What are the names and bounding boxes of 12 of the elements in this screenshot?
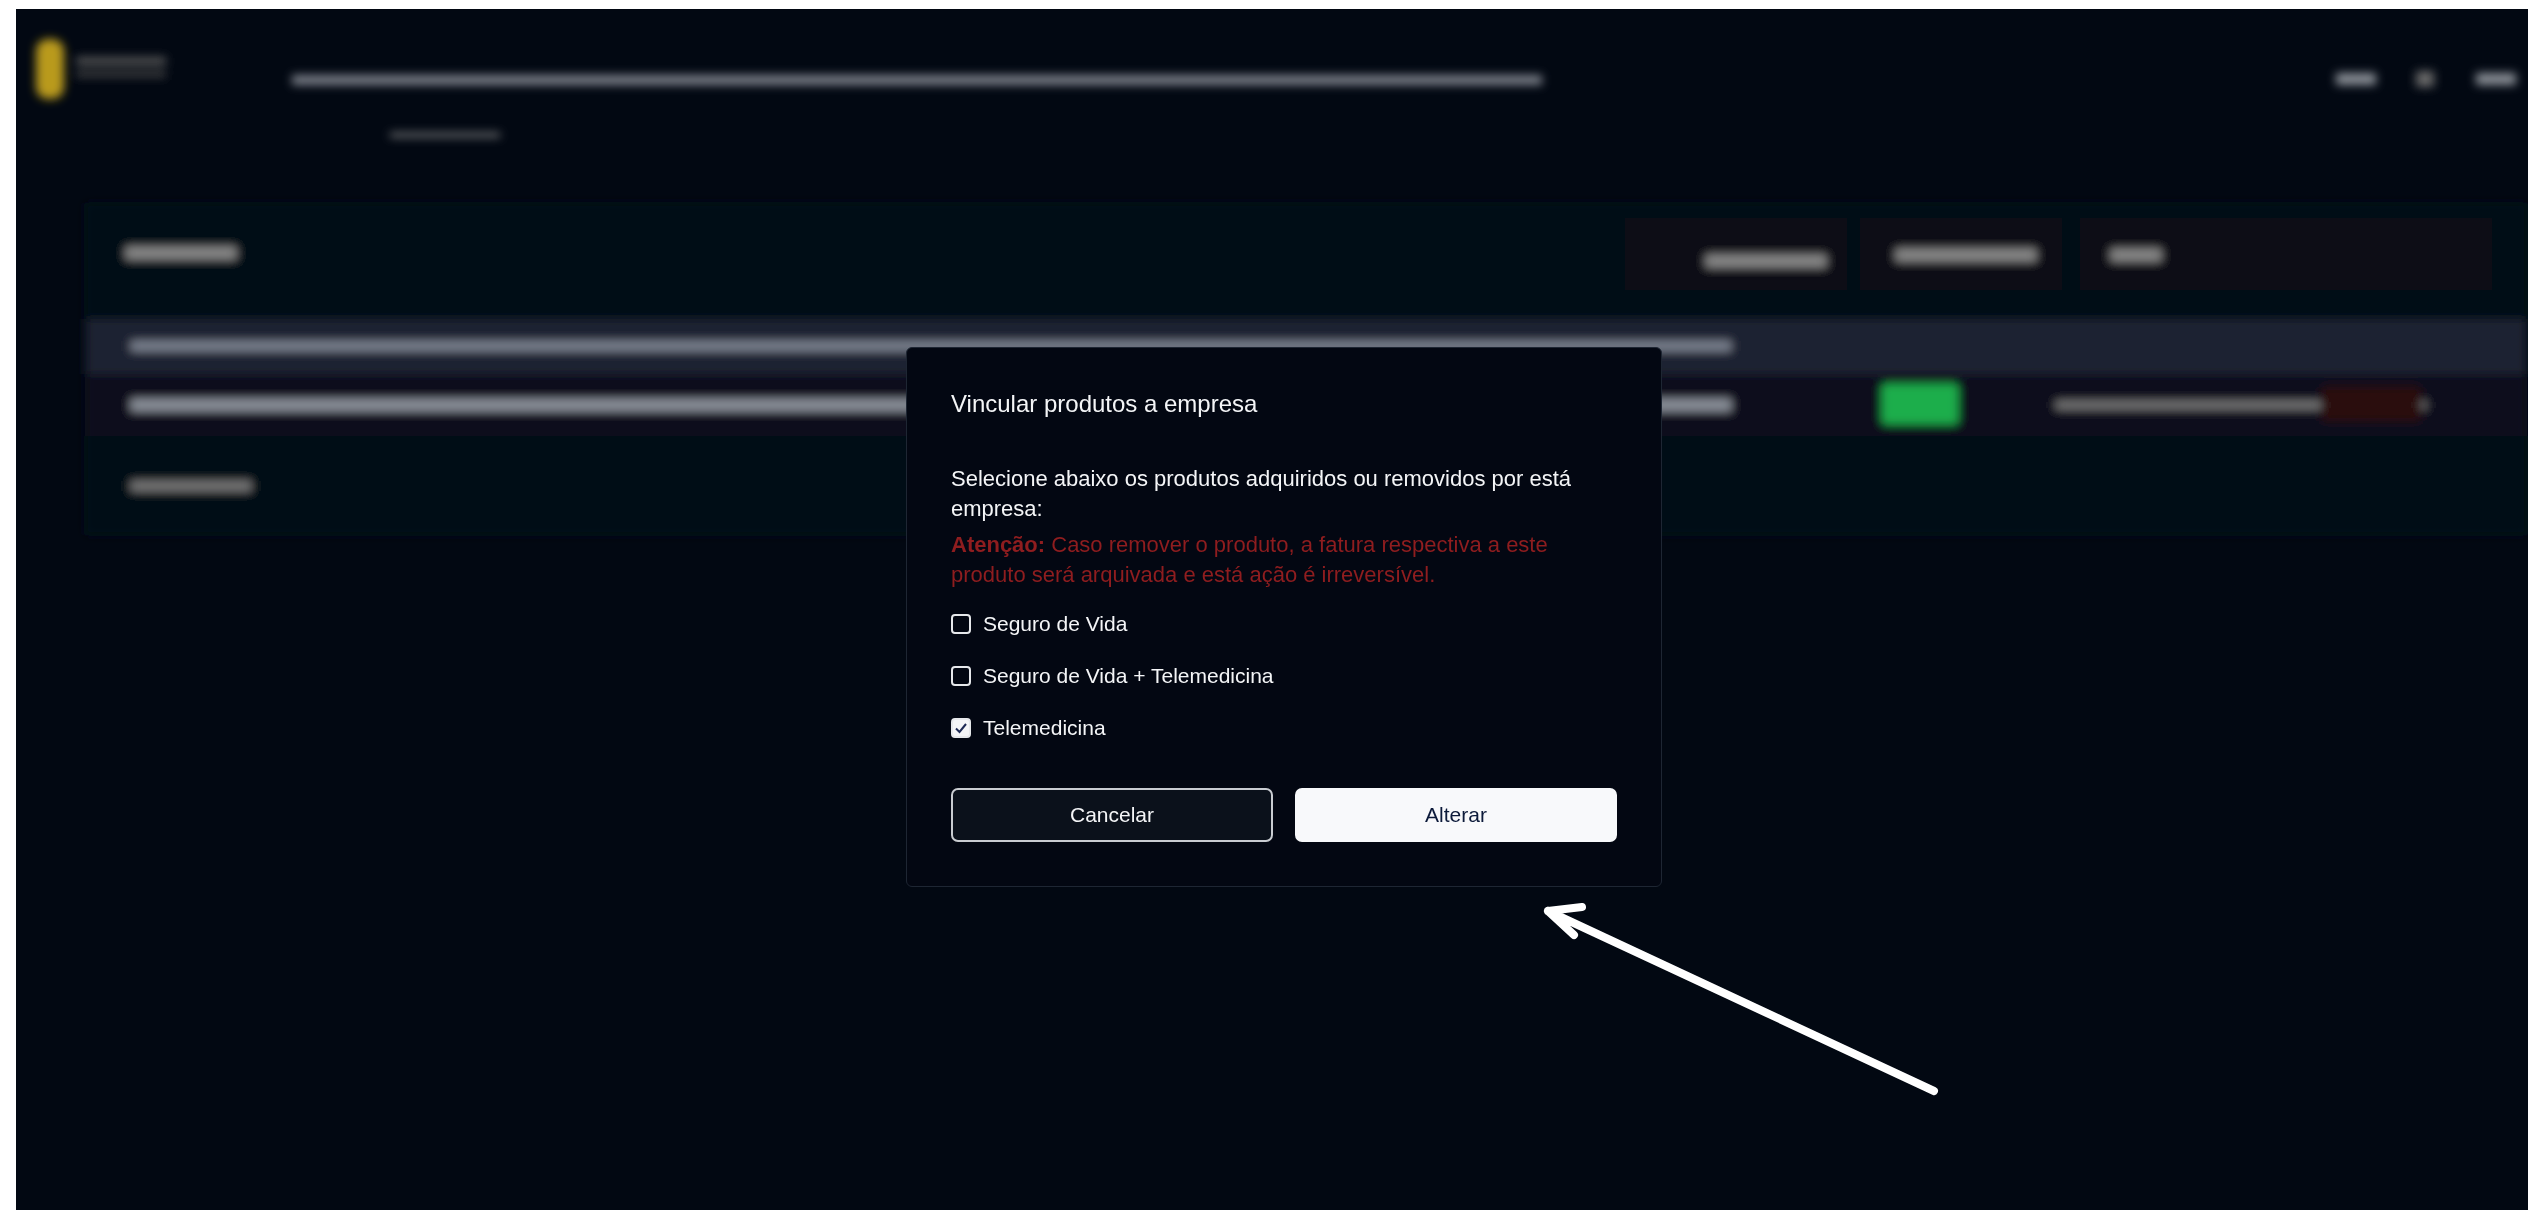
product-label[interactable]: Seguro de Vida	[983, 612, 1128, 636]
confirm-button[interactable]: Alterar	[1295, 788, 1617, 842]
product-label[interactable]: Telemedicina	[983, 716, 1106, 740]
cancel-button[interactable]: Cancelar	[951, 788, 1273, 842]
checkbox[interactable]	[951, 614, 971, 634]
instruction-text: Selecione abaixo os produtos adquiridos ou removidos por está empresa:	[951, 465, 1573, 523]
warning-text: Atenção: Caso remover o produto, a fatura respectiva a este produto será arquivada e está ação é irreversível.	[951, 531, 1549, 589]
product-label[interactable]: Seguro de Vida + Telemedicina	[983, 664, 1274, 688]
check-icon	[954, 721, 968, 735]
checkbox[interactable]	[951, 718, 971, 738]
checkbox[interactable]	[951, 666, 971, 686]
modal-title: Vincular produtos a empresa	[951, 390, 1259, 418]
